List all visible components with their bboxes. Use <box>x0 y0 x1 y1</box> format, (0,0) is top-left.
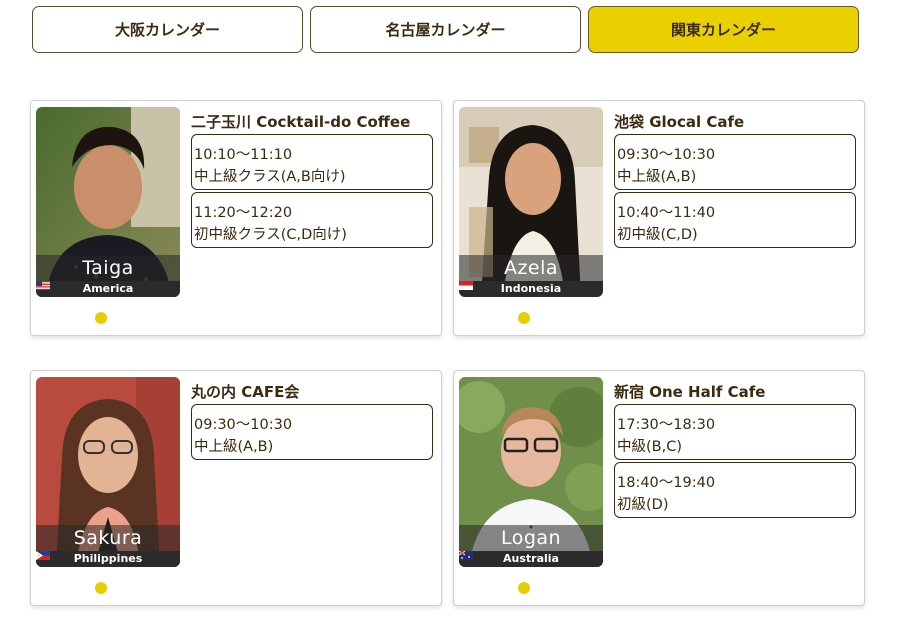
tab-nagoya-calendar[interactable]: 名古屋カレンダー <box>310 6 581 53</box>
slot-time: 09:30〜10:30 <box>617 147 716 163</box>
slot-time: 17:30〜18:30 <box>617 417 716 433</box>
status-dot <box>518 312 530 324</box>
teacher-photo[interactable]: Sakura Philippines <box>36 377 180 567</box>
status-dot <box>95 582 107 594</box>
lesson-slot[interactable]: 10:40〜11:40 初中級(C,D) <box>614 192 856 248</box>
country-label: America <box>82 282 134 295</box>
calendar-tabs: 大阪カレンダー 名古屋カレンダー 関東カレンダー <box>32 6 860 53</box>
lesson-card: Sakura Philippines 丸の内 CAFE会 09:30〜10:30… <box>30 370 442 606</box>
teacher-name: Sakura <box>36 525 180 551</box>
lesson-slot[interactable]: 17:30〜18:30 中級(B,C) <box>614 404 856 460</box>
lesson-slot[interactable]: 18:40〜19:40 初級(D) <box>614 462 856 518</box>
lesson-slot[interactable]: 09:30〜10:30 中上級(A,B) <box>614 134 856 190</box>
slot-level: 初級(D) <box>617 497 669 513</box>
teacher-country: Philippines <box>36 551 180 567</box>
lesson-card: Taiga America 二子玉川 Cocktail-do Coffee 10… <box>30 100 442 336</box>
country-label: Australia <box>503 552 559 565</box>
lesson-slot[interactable]: 11:20〜12:20 初中級クラス(C,D向け) <box>191 192 433 248</box>
venue-title: 池袋 Glocal Cafe <box>614 113 745 131</box>
tab-osaka-calendar[interactable]: 大阪カレンダー <box>32 6 303 53</box>
tab-kanto-calendar[interactable]: 関東カレンダー <box>588 6 859 53</box>
teacher-country: Indonesia <box>459 281 603 297</box>
slot-time: 11:20〜12:20 <box>194 205 293 221</box>
teacher-country: Australia <box>459 551 603 567</box>
teacher-country: America <box>36 281 180 297</box>
slot-level: 中上級(A,B) <box>194 439 274 455</box>
teacher-photo[interactable]: Taiga America <box>36 107 180 297</box>
slot-time: 10:40〜11:40 <box>617 205 716 221</box>
country-label: Philippines <box>73 552 143 565</box>
venue-title: 二子玉川 Cocktail-do Coffee <box>191 113 411 131</box>
teacher-name: Taiga <box>36 255 180 281</box>
indonesia-flag-icon <box>459 281 473 290</box>
teacher-name: Logan <box>459 525 603 551</box>
slot-level: 中級(B,C) <box>617 439 682 455</box>
status-dot <box>518 582 530 594</box>
teacher-photo[interactable]: Logan Australia <box>459 377 603 567</box>
us-flag-icon <box>36 281 50 290</box>
australia-flag-icon <box>459 551 473 560</box>
slot-level: 中上級(A,B) <box>617 169 697 185</box>
teacher-name: Azela <box>459 255 603 281</box>
slot-time: 18:40〜19:40 <box>617 475 716 491</box>
country-label: Indonesia <box>500 282 562 295</box>
lesson-slot[interactable]: 10:10〜11:10 中上級クラス(A,B向け) <box>191 134 433 190</box>
lesson-card: Logan Australia 新宿 One Half Cafe 17:30〜1… <box>453 370 865 606</box>
slot-level: 中上級クラス(A,B向け) <box>194 169 346 185</box>
venue-title: 丸の内 CAFE会 <box>191 383 300 401</box>
slot-time: 09:30〜10:30 <box>194 417 293 433</box>
slot-level: 初中級クラス(C,D向け) <box>194 227 347 243</box>
slot-time: 10:10〜11:10 <box>194 147 293 163</box>
status-dot <box>95 312 107 324</box>
teacher-photo[interactable]: Azela Indonesia <box>459 107 603 297</box>
slot-level: 初中級(C,D) <box>617 227 698 243</box>
philippines-flag-icon <box>36 551 50 560</box>
venue-title: 新宿 One Half Cafe <box>614 383 766 401</box>
lesson-card: Azela Indonesia 池袋 Glocal Cafe 09:30〜10:… <box>453 100 865 336</box>
lesson-slot[interactable]: 09:30〜10:30 中上級(A,B) <box>191 404 433 460</box>
